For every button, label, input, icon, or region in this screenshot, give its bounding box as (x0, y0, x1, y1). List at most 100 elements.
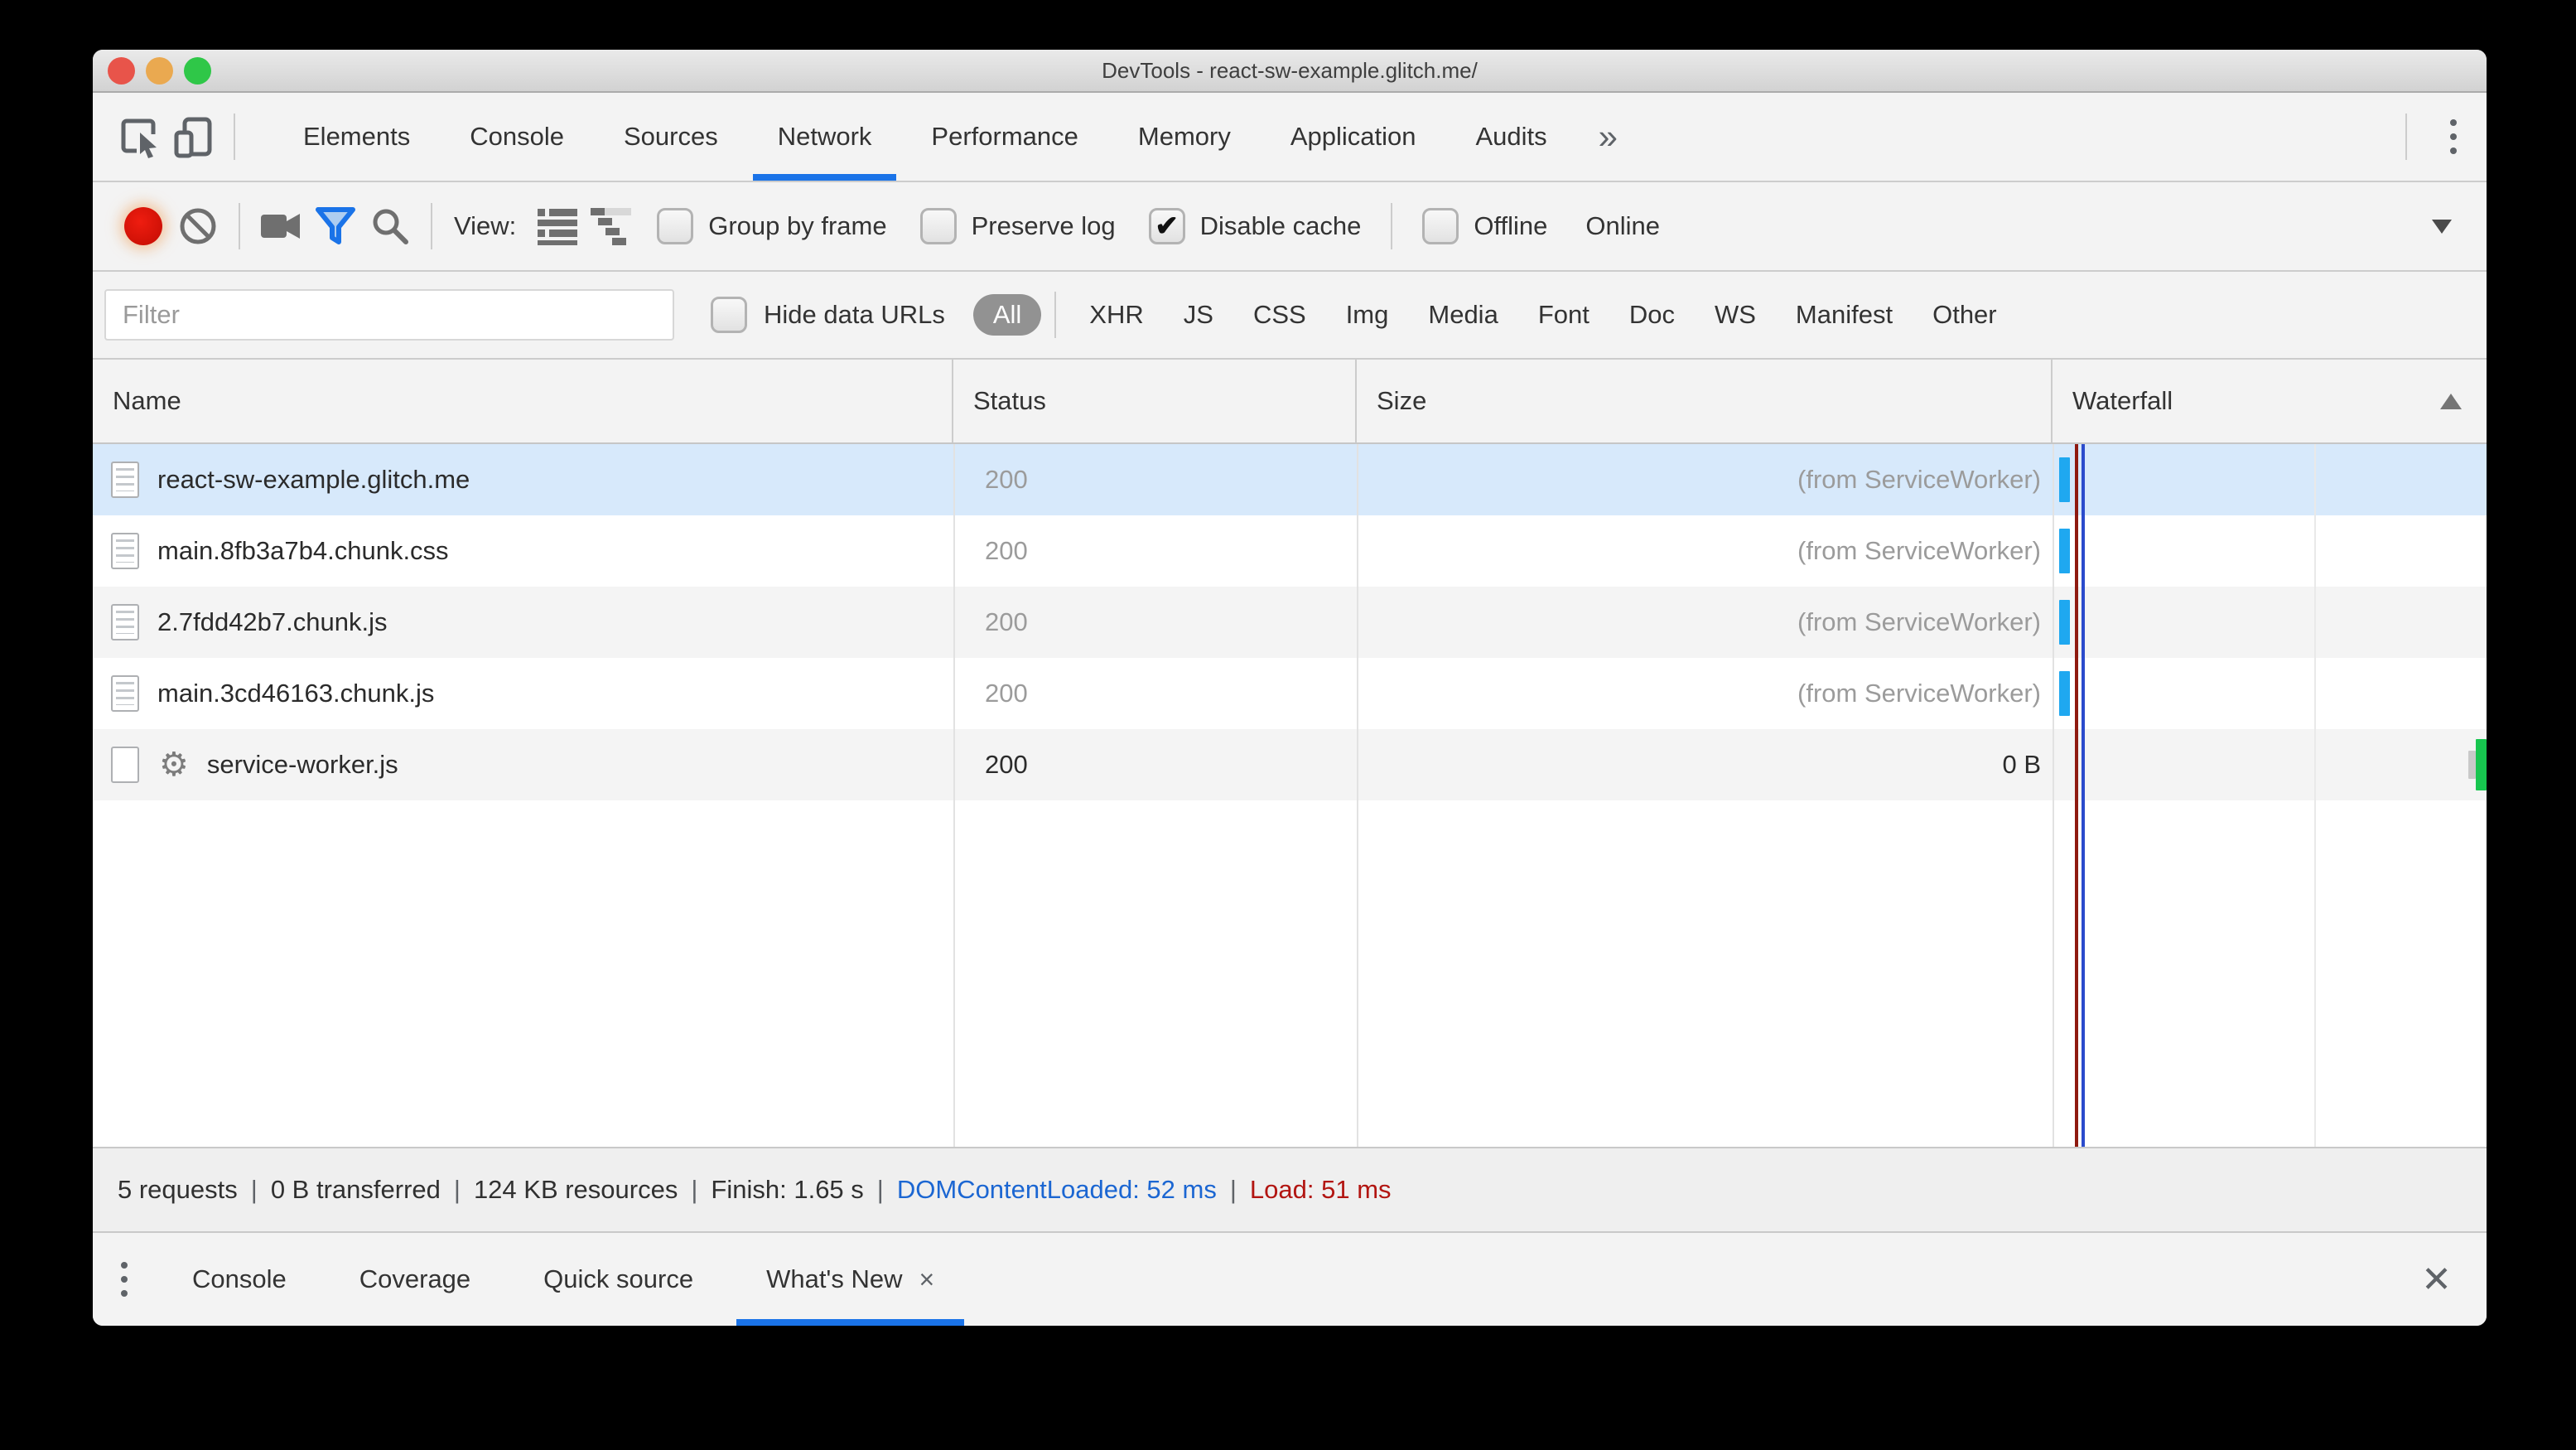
cell-status: 200 (985, 750, 1028, 779)
show-overview-icon[interactable] (586, 199, 640, 254)
filter-type-js[interactable]: JS (1164, 300, 1233, 330)
drawer-tab-coverage[interactable]: Coverage (323, 1233, 507, 1326)
cell-status: 200 (985, 607, 1028, 636)
filter-type-all[interactable]: All (972, 294, 1042, 336)
filter-type-font[interactable]: Font (1518, 300, 1609, 330)
filter-icon[interactable] (308, 199, 363, 254)
filter-type-manifest[interactable]: Manifest (1776, 300, 1913, 330)
divider (239, 203, 240, 249)
table-row[interactable]: 2.7fdd42b7.chunk.js 200 (from ServiceWorke… (93, 587, 2487, 658)
minimize-window-button[interactable] (146, 57, 173, 85)
summary-separator: | (691, 1175, 698, 1204)
document-icon (111, 675, 139, 712)
drawer-tab-what-s-new[interactable]: What's New × (730, 1233, 971, 1326)
chevron-down-icon[interactable] (2432, 219, 2452, 234)
checkbox-box[interactable] (1422, 208, 1459, 244)
drawer-tab-console[interactable]: Console (156, 1233, 323, 1326)
filter-type-media[interactable]: Media (1408, 300, 1517, 330)
column-divider (2053, 444, 2054, 1147)
network-toolbar: View: Group by frame Preserve log ✔ Disa… (93, 182, 2487, 272)
drawer-tab-label: Quick source (543, 1264, 694, 1293)
table-row[interactable]: ⚙ service-worker.js 200 0 B (93, 729, 2487, 800)
checkbox-box[interactable] (711, 297, 747, 333)
filter-type-css[interactable]: CSS (1233, 300, 1326, 330)
drawer-tab-quick-source[interactable]: Quick source (507, 1233, 730, 1326)
drawer-menu-kebab-icon[interactable] (93, 1262, 156, 1297)
checkbox-box[interactable] (657, 208, 694, 244)
dom-content-loaded-time[interactable]: DOMContentLoaded: 52 ms (897, 1175, 1217, 1205)
document-icon (111, 462, 139, 498)
column-header-name[interactable]: Name (93, 360, 953, 442)
column-header-status[interactable]: Status (953, 360, 1357, 442)
checkbox-box[interactable] (919, 208, 957, 244)
preserve-log-checkbox[interactable]: Preserve log (919, 208, 1116, 244)
clear-network-log-button[interactable] (171, 199, 225, 254)
group-by-frame-checkbox[interactable]: Group by frame (657, 208, 887, 244)
filter-type-img[interactable]: Img (1326, 300, 1409, 330)
blank-file-icon (111, 747, 139, 783)
drawer-tab-label: Coverage (359, 1264, 471, 1293)
request-name: main.3cd46163.chunk.js (157, 679, 435, 708)
zoom-window-button[interactable] (184, 57, 211, 85)
tab-console[interactable]: Console (440, 93, 594, 181)
cell-size: (from ServiceWorker) (1797, 465, 2041, 494)
screenshot-canvas: DevTools - react-sw-example.glitch.me/ E… (0, 0, 2576, 1450)
table-row[interactable]: main.3cd46163.chunk.js 200 (from ServiceWo… (93, 658, 2487, 729)
checkbox-box[interactable] (1148, 208, 1185, 244)
view-label: View: (454, 211, 517, 240)
device-toolbar-icon[interactable] (167, 110, 220, 163)
divider (1391, 203, 1393, 249)
request-name: service-worker.js (206, 750, 398, 779)
cell-name: 2.7fdd42b7.chunk.js (93, 587, 953, 658)
request-name: 2.7fdd42b7.chunk.js (157, 607, 388, 636)
use-request-rows-icon[interactable] (531, 199, 586, 254)
column-header-waterfall[interactable]: Waterfall (2053, 360, 2487, 442)
divider (1054, 292, 1057, 338)
network-throttling-select[interactable]: Online (1585, 211, 1660, 241)
close-drawer-icon[interactable]: ✕ (2421, 1259, 2452, 1301)
filter-type-ws[interactable]: WS (1695, 300, 1776, 330)
tab-network[interactable]: Network (748, 93, 902, 181)
cell-status: 200 (985, 536, 1028, 565)
waterfall-bar (2059, 457, 2070, 502)
request-name: main.8fb3a7b4.chunk.css (157, 536, 449, 565)
filter-type-xhr[interactable]: XHR (1069, 300, 1163, 330)
filter-type-other[interactable]: Other (1913, 300, 2017, 330)
more-panels-chevron-icon[interactable]: » (1577, 117, 1639, 157)
devtools-window: DevTools - react-sw-example.glitch.me/ E… (93, 50, 2487, 1326)
tab-elements[interactable]: Elements (273, 93, 440, 181)
cell-status: 200 (985, 465, 1028, 494)
hide-data-urls-checkbox[interactable]: Hide data URLs (711, 297, 945, 333)
filter-type-doc[interactable]: Doc (1609, 300, 1695, 330)
waterfall-bar (2476, 739, 2487, 790)
table-row[interactable]: react-sw-example.glitch.me 200 (from Servi… (93, 444, 2487, 515)
filter-input[interactable] (104, 289, 674, 341)
filter-types: XHR JS CSS Img Media Font Doc WS Manifest Other (1069, 300, 2016, 330)
column-header-size[interactable]: Size (1357, 360, 2053, 442)
search-icon[interactable] (363, 199, 417, 254)
tab-audits[interactable]: Audits (1446, 93, 1577, 181)
cell-name: ⚙ service-worker.js (93, 729, 953, 800)
capture-screenshots-icon[interactable] (253, 199, 308, 254)
offline-checkbox[interactable]: Offline (1422, 208, 1547, 244)
record-network-log-button[interactable] (116, 199, 171, 254)
cell-waterfall (2053, 515, 2487, 587)
inspect-element-icon[interactable] (114, 110, 167, 163)
summary-segment: 0 B transferred (270, 1175, 441, 1204)
disable-cache-checkbox[interactable]: Disable cache (1148, 208, 1361, 244)
close-tab-icon[interactable]: × (919, 1264, 934, 1295)
requests-table-header: Name Status Size Waterfall (93, 360, 2487, 444)
waterfall-event-line (2082, 444, 2085, 1147)
main-menu-kebab-icon[interactable] (2420, 119, 2487, 154)
load-time[interactable]: Load: 51 ms (1250, 1175, 1392, 1205)
close-window-button[interactable] (108, 57, 135, 85)
column-header-label: Waterfall (2072, 386, 2173, 415)
cell-waterfall (2053, 444, 2487, 515)
cell-status: 200 (985, 679, 1028, 708)
table-row[interactable]: main.8fb3a7b4.chunk.css 200 (from ServiceW… (93, 515, 2487, 587)
tab-memory[interactable]: Memory (1108, 93, 1261, 181)
tab-performance[interactable]: Performance (901, 93, 1107, 181)
tab-sources[interactable]: Sources (594, 93, 748, 181)
network-summary-bar: 5 requests | 0 B transferred | 124 KB resour… (93, 1147, 2487, 1231)
tab-application[interactable]: Application (1261, 93, 1446, 181)
